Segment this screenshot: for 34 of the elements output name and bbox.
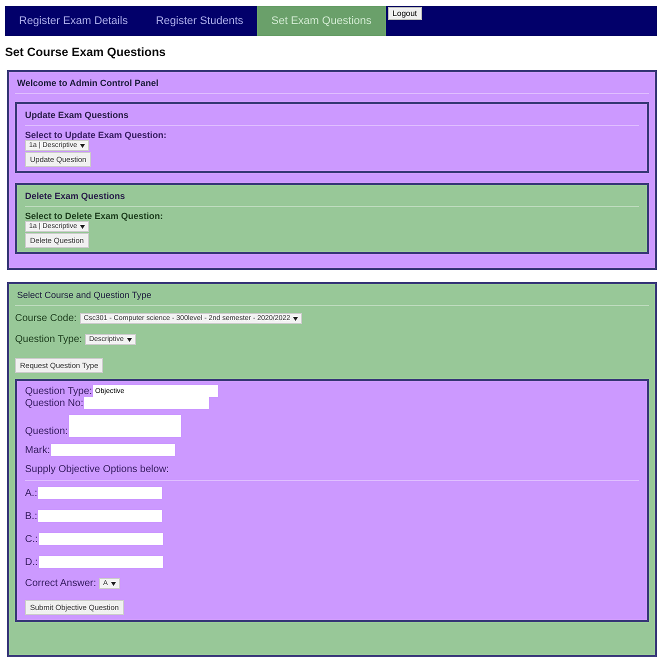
nav-tab[interactable]: Register Exam Details bbox=[5, 6, 142, 36]
field-label: Question: bbox=[25, 426, 68, 437]
panel-title: Welcome to Admin Control Panel bbox=[15, 72, 649, 94]
option-label: B.: bbox=[25, 511, 38, 522]
caret-icon bbox=[110, 582, 116, 586]
field-label: Course Code: bbox=[15, 313, 77, 324]
caret-icon bbox=[293, 316, 298, 320]
section-title: Update Exam Questions bbox=[25, 104, 639, 126]
select-label: Select to Update Exam Question: bbox=[25, 130, 167, 140]
page-heading: Set Course Exam Questions bbox=[5, 45, 167, 59]
input-field[interactable] bbox=[38, 510, 162, 522]
option-label: C.: bbox=[25, 534, 38, 545]
options-heading: Supply Objective Options below: bbox=[25, 464, 639, 481]
field-label: Question Type: bbox=[15, 334, 82, 345]
nav-tab[interactable]: Register Students bbox=[142, 6, 258, 36]
input-field[interactable] bbox=[84, 397, 210, 409]
input-field[interactable] bbox=[51, 444, 175, 456]
option-label: D.: bbox=[25, 557, 38, 568]
section-title: Delete Exam Questions bbox=[25, 185, 639, 207]
input-field[interactable] bbox=[68, 415, 181, 437]
input-field[interactable] bbox=[38, 556, 163, 568]
field-label: Correct Answer: bbox=[25, 578, 96, 589]
panel-title: Select Course and Question Type bbox=[15, 284, 649, 306]
select-label: Select to Delete Exam Question: bbox=[25, 211, 164, 221]
caret-icon bbox=[80, 224, 86, 228]
option-label: A.: bbox=[25, 488, 38, 499]
input-field[interactable] bbox=[38, 533, 163, 545]
caret-icon bbox=[80, 144, 86, 148]
field-label: Mark: bbox=[25, 445, 50, 456]
caret-icon bbox=[126, 338, 132, 342]
field-label: Question Type: bbox=[25, 386, 92, 397]
field-label: Question No: bbox=[25, 398, 84, 409]
input-field[interactable] bbox=[38, 487, 162, 499]
logout-button[interactable]: Logout bbox=[388, 7, 422, 20]
